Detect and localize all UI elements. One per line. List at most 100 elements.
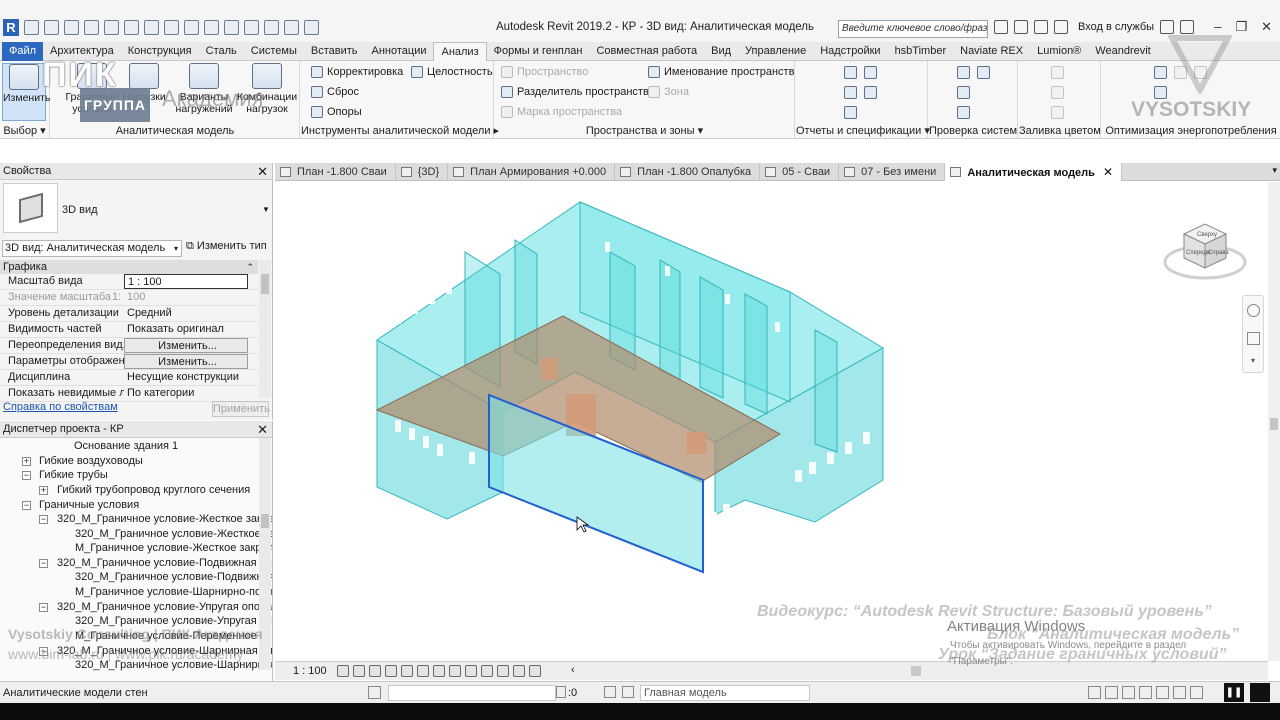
crop-view-icon[interactable] [417, 665, 429, 677]
thin-lines-icon[interactable] [264, 20, 279, 35]
view-tab-piles-plan[interactable]: План -1.800 Сваи [275, 163, 396, 181]
shadows-icon[interactable] [385, 665, 397, 677]
analytical-model-3d[interactable] [275, 182, 1268, 661]
tab-manage[interactable]: Управление [738, 42, 813, 61]
save-icon[interactable] [44, 20, 59, 35]
tab-analyze[interactable]: Анализ [433, 41, 487, 61]
collapse-icon[interactable]: − [39, 559, 48, 568]
zone-button[interactable]: Зона [648, 86, 689, 98]
fullscreen-icon[interactable] [1250, 683, 1270, 702]
select-links-icon[interactable] [1088, 686, 1101, 699]
check-duct-icon[interactable] [957, 66, 970, 79]
tab-naviate-rex[interactable]: Naviate REX [953, 42, 1030, 61]
display-options-edit-button[interactable]: Изменить... [124, 354, 248, 369]
collapse-icon[interactable]: − [39, 603, 48, 612]
design-options-icon[interactable] [604, 686, 616, 698]
tree-item[interactable]: 320_М_Граничное условие-Жесткое зак [75, 528, 272, 541]
tab-list-dropdown-icon[interactable]: ▾ [1272, 165, 1277, 176]
close-icon[interactable]: ✕ [1261, 19, 1272, 35]
switch-windows-icon[interactable] [304, 20, 319, 35]
vg-overrides-edit-button[interactable]: Изменить... [124, 338, 248, 353]
schedule-icon[interactable] [864, 86, 877, 99]
zoom-icon[interactable] [1247, 332, 1260, 345]
tree-item[interactable]: 320_М_Граничное условие-Подвижная [75, 571, 272, 584]
consistency-button[interactable]: Целостность [411, 66, 493, 78]
edit-type-button[interactable]: ⧉ Изменить тип [186, 240, 267, 253]
type-dropdown-icon[interactable]: ▼ [262, 205, 270, 214]
view-tab-sheet-07[interactable]: 07 - Без имени [839, 163, 946, 181]
space-separator-button[interactable]: Разделитель пространства [501, 86, 655, 98]
3d-view-icon[interactable] [224, 20, 239, 35]
sync-icon[interactable] [64, 20, 79, 35]
cart-icon[interactable] [1160, 20, 1175, 34]
group-select-label[interactable]: Выбор ▾ [0, 124, 49, 137]
energy-settings-icon[interactable] [1154, 66, 1167, 79]
space-button[interactable]: Пространство [501, 66, 588, 78]
parts-visibility-value[interactable]: Показать оригинал [124, 322, 248, 337]
temporary-hide-icon[interactable] [465, 665, 477, 677]
tab-addins[interactable]: Надстройки [813, 42, 887, 61]
group-spaces-zones-label[interactable]: Пространства и зоны ▾ [495, 124, 794, 137]
canvas-scroll-thumb[interactable] [1270, 418, 1278, 430]
tab-lumion[interactable]: Lumion® [1030, 42, 1088, 61]
select-by-face-icon[interactable] [1139, 686, 1152, 699]
close-tab-icon[interactable]: ✕ [1103, 165, 1113, 179]
expand-icon[interactable]: + [39, 486, 48, 495]
detail-level-value[interactable]: Средний [124, 306, 248, 321]
view-tab-reinforcement-plan[interactable]: План Армирования +0.000 [448, 163, 616, 181]
revit-app-icon[interactable]: R [3, 19, 19, 36]
tree-item[interactable]: Основание здания 1 [74, 440, 178, 453]
workset-selector[interactable] [388, 685, 556, 701]
horizontal-scroll-thumb[interactable] [911, 666, 921, 676]
subscription-icon[interactable] [1014, 20, 1028, 34]
measure-icon[interactable] [144, 20, 159, 35]
tree-item[interactable]: М_Граничное условие-Жесткое закреп. [75, 542, 272, 555]
view-scale-label[interactable]: 1 : 100 [293, 665, 327, 677]
render-icon[interactable] [401, 665, 413, 677]
star-icon[interactable] [1034, 20, 1048, 34]
drawing-area[interactable] [275, 182, 1268, 661]
show-crop-icon[interactable] [433, 665, 445, 677]
tree-item[interactable]: 320_М_Граничное условие-Жесткое закреп [57, 513, 272, 526]
section-icon[interactable] [244, 20, 259, 35]
tab-collaborate[interactable]: Совместная работа [589, 42, 704, 61]
properties-group-graphics[interactable]: Графика ⌃ [0, 260, 258, 274]
instance-selector[interactable]: 3D вид: Аналитическая модель ▾ [2, 240, 182, 257]
search-input[interactable]: Введите ключевое слово/фразу [838, 20, 988, 38]
panel-schedule-icon[interactable] [844, 86, 857, 99]
tree-item[interactable]: Гибкие воздуховоды [39, 455, 143, 468]
help-icon[interactable] [1180, 20, 1195, 34]
space-naming-button[interactable]: Именование пространств [648, 66, 794, 78]
properties-scrollbar[interactable] [259, 260, 271, 398]
hidden-lines-value[interactable]: По категории [124, 386, 248, 401]
worksets-icon[interactable] [368, 686, 381, 699]
collapse-icon[interactable]: ⌃ [246, 260, 254, 274]
sign-in-button[interactable]: Вход в службы [1078, 21, 1154, 33]
detail-level-icon[interactable] [337, 665, 349, 677]
tab-file[interactable]: Файл [2, 41, 44, 61]
view-scale-input[interactable]: 1 : 100 [124, 274, 248, 289]
group-reports-label[interactable]: Отчеты и спецификации ▾ [796, 124, 930, 137]
adjust-button[interactable]: Корректировка [311, 66, 403, 78]
color-fill-duct-icon[interactable] [1051, 66, 1064, 79]
tab-steel[interactable]: Сталь [199, 42, 244, 61]
tag-icon[interactable] [184, 20, 199, 35]
minimize-icon[interactable]: – [1214, 19, 1221, 35]
tree-item[interactable]: Граничные условия [39, 499, 139, 512]
tab-view[interactable]: Вид [704, 42, 738, 61]
select-pinned-icon[interactable] [1122, 686, 1135, 699]
tree-item[interactable]: 320_М_Граничное условие-Подвижная опо [57, 557, 272, 570]
properties-help-link[interactable]: Справка по свойствам [3, 401, 118, 413]
search-icon[interactable] [994, 20, 1008, 34]
collapse-icon[interactable]: − [39, 515, 48, 524]
view-tab-3d[interactable]: {3D} [396, 163, 449, 181]
tree-item[interactable]: М_Граничное условие-Шарнирно-подв [75, 586, 272, 599]
reveal-hidden-icon[interactable] [481, 665, 493, 677]
view-tab-formwork-plan[interactable]: План -1.800 Опалубка [615, 163, 761, 181]
editable-only-icon[interactable] [622, 686, 634, 698]
canvas-scrollbar[interactable] [1268, 182, 1280, 661]
properties-scroll-thumb[interactable] [261, 274, 269, 294]
type-selector[interactable] [3, 183, 58, 233]
user-icon[interactable] [1054, 20, 1068, 34]
space-tag-button[interactable]: Марка пространства [501, 106, 622, 118]
